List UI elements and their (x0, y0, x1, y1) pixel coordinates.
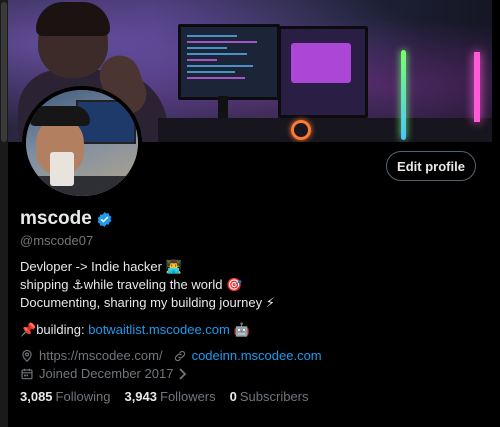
pushpin-emoji: 📌 (20, 323, 37, 338)
lightning-emoji: ⚡ (265, 296, 275, 311)
link-icon (174, 350, 185, 361)
subscribers-stat[interactable]: 0 Subscribers (230, 389, 309, 404)
followers-stat[interactable]: 3,943 Followers (124, 389, 215, 404)
joined-item: Joined December 2017 (20, 366, 187, 381)
robot-emoji: 🤖 (233, 323, 250, 338)
bio: Devloper -> Indie hacker 👨‍💻 shipping ⚓w… (20, 258, 275, 312)
banner-ring-light (291, 120, 311, 140)
link-item: codeinn.mscodee.com (173, 348, 322, 363)
banner-pink-light (474, 52, 480, 122)
verified-badge-icon[interactable] (96, 211, 113, 228)
name-row: mscode (20, 208, 113, 230)
banner-light-bar (401, 50, 406, 140)
bio-line-3: Documenting, sharing my building journey… (20, 294, 275, 312)
followers-label: Followers (160, 389, 216, 404)
edit-profile-button[interactable]: Edit profile (386, 151, 476, 181)
profile-page: Edit profile mscode @mscode07 Devloper -… (0, 0, 500, 427)
avatar[interactable] (22, 86, 142, 200)
banner-monitor-left (178, 24, 280, 100)
building-link[interactable]: botwaitlist.mscodee.com (88, 322, 230, 337)
handle: @mscode07 (20, 233, 94, 248)
bio-text: Documenting, sharing my building journey (20, 295, 266, 310)
bio-building-line: 📌building: botwaitlist.mscodee.com 🤖 (20, 322, 250, 338)
target-emoji: 🎯 (226, 278, 243, 293)
chevron-right-icon[interactable] (178, 367, 187, 380)
bio-text: Devloper -> Indie hacker (20, 259, 166, 274)
following-stat[interactable]: 3,085 Following (20, 389, 110, 404)
bio-line-2: shipping ⚓while traveling the world 🎯 (20, 276, 275, 294)
subscribers-count: 0 (229, 389, 237, 404)
banner-desk (158, 118, 492, 142)
bio-text: while traveling the world (83, 277, 227, 292)
bio-line-1: Devloper -> Indie hacker 👨‍💻 (20, 258, 275, 276)
banner-monitor-stand (218, 96, 228, 120)
display-name: mscode (20, 208, 92, 229)
technologist-emoji: 👨‍💻 (165, 260, 182, 275)
bio-text: shipping (20, 277, 73, 292)
following-label: Following (55, 389, 111, 404)
website-item: https://mscodee.com/ (20, 348, 163, 363)
location-pin-icon (22, 349, 32, 362)
profile-link[interactable]: codeinn.mscodee.com (192, 348, 322, 363)
profile-meta-row-1: https://mscodee.com/ codeinn.mscodee.com (20, 348, 332, 363)
followers-count: 3,943 (124, 389, 158, 404)
banner-person-hair (36, 2, 110, 36)
profile-meta-row-2: Joined December 2017 (20, 366, 197, 381)
calendar-icon (21, 368, 33, 379)
scrollbar[interactable] (0, 0, 8, 427)
website-text: https://mscodee.com/ (39, 348, 163, 363)
building-label: building: (36, 322, 89, 337)
following-count: 3,085 (20, 389, 53, 404)
scrollbar-thumb[interactable] (1, 2, 7, 142)
subscribers-label: Subscribers (239, 389, 309, 404)
anchor-emoji: ⚓ (72, 278, 84, 293)
follow-stats: 3,085 Following 3,943 Followers 0 Subscribe… (20, 389, 323, 404)
joined-date: Joined December 2017 (39, 366, 174, 381)
banner-monitor-right (278, 26, 368, 118)
